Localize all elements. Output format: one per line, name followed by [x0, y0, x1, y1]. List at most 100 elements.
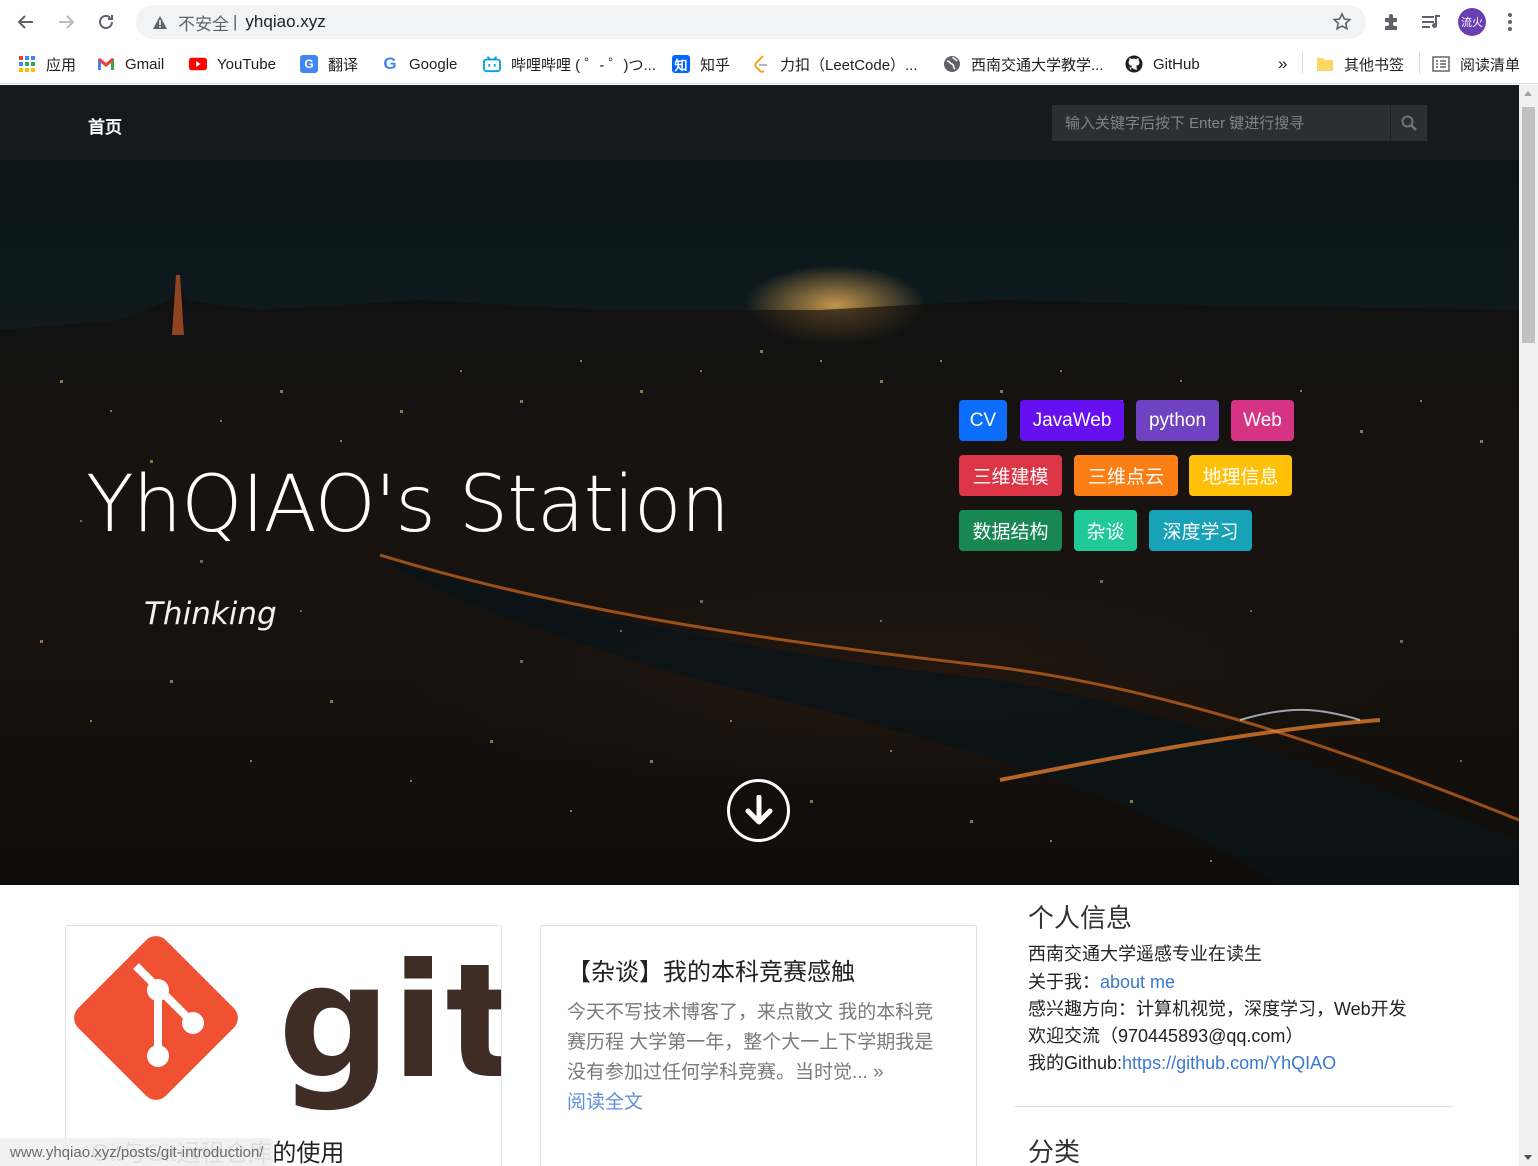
tag-point-cloud[interactable]: 三维点云 — [1074, 455, 1178, 496]
tag-label: 地理信息 — [1202, 467, 1279, 488]
site-search-button[interactable] — [1390, 105, 1427, 141]
bilibili-icon — [483, 55, 501, 73]
tag-web[interactable]: Web — [1231, 400, 1294, 441]
apps-grid-icon — [18, 55, 36, 73]
reload-button[interactable] — [92, 8, 120, 36]
warning-icon[interactable] — [150, 12, 170, 32]
forward-button[interactable] — [52, 8, 80, 36]
back-button[interactable] — [12, 8, 40, 36]
page-scrollbar[interactable] — [1519, 85, 1538, 1166]
bookmark-github[interactable]: GitHub — [1125, 52, 1200, 76]
bookmark-star-icon[interactable] — [1332, 12, 1352, 32]
zhihu-icon: 知 — [672, 55, 690, 73]
bookmark-translate[interactable]: G 翻译 — [300, 52, 358, 76]
sidebar-divider — [1015, 1106, 1452, 1107]
media-control-button[interactable] — [1420, 10, 1444, 34]
bookmarks-divider — [1419, 52, 1420, 74]
arrow-down-icon — [745, 794, 772, 824]
profile-contact: 欢迎交流（970445893@qq.com） — [1028, 1026, 1304, 1046]
hero-banner: YhQIAO's Station Thinking CV JavaWeb pyt… — [0, 160, 1519, 885]
tag-data-structures[interactable]: 数据结构 — [959, 510, 1062, 551]
security-label[interactable]: 不安全 — [178, 10, 229, 35]
bookmark-label: 其他书签 — [1344, 56, 1405, 74]
tag-label: 深度学习 — [1162, 522, 1239, 543]
translate-icon: G — [300, 55, 318, 73]
tag-label: python — [1148, 409, 1207, 431]
post-excerpt: 今天不写技术博客了，来点散文 我的本科竞赛历程 大学第一年，整个大一上下学期我是… — [567, 998, 947, 1118]
back-arrow-icon — [17, 15, 33, 29]
tag-misc[interactable]: 杂谈 — [1074, 510, 1137, 551]
about-label: 关于我： — [1028, 972, 1100, 992]
profile-avatar[interactable]: 流火 — [1458, 8, 1486, 36]
post-card-git[interactable]: git — [65, 925, 521, 1166]
web-page: 首页 YhQ — [0, 85, 1519, 1166]
sidebar-heading-profile: 个人信息 — [1028, 903, 1133, 933]
github-icon — [1125, 55, 1143, 73]
read-more-link[interactable]: 阅读全文 — [567, 1092, 643, 1113]
bookmark-zhihu[interactable]: 知 知乎 — [672, 52, 730, 76]
link-status-bar: www.yhqiao.xyz/posts/git-introduction/ — [0, 1138, 274, 1166]
bookmarks-overflow-button[interactable]: » — [1278, 52, 1287, 76]
forward-arrow-icon — [59, 15, 75, 29]
github-link[interactable]: https://github.com/YhQIAO — [1122, 1053, 1336, 1073]
git-logo-image: git — [74, 930, 521, 1114]
bookmark-bilibili[interactable]: 哔哩哔哩 ( ゜- ゜)つ... — [483, 52, 656, 76]
bookmark-gmail[interactable]: Gmail — [97, 52, 164, 76]
profile-about: 关于我：about me — [1028, 968, 1175, 994]
scrollbar-thumb[interactable] — [1522, 107, 1535, 343]
bookmark-label: 翻译 — [328, 56, 359, 74]
site-search-input[interactable] — [1052, 105, 1390, 141]
globe-icon — [943, 55, 961, 73]
bookmark-google[interactable]: G Google — [381, 52, 457, 76]
bookmark-label: 力扣（LeetCode）... — [780, 56, 918, 74]
tag-cv[interactable]: CV — [959, 400, 1007, 441]
hero-subtitle: Thinking — [144, 596, 277, 632]
bookmark-label: 应用 — [46, 56, 77, 74]
bookmark-youtube[interactable]: YouTube — [189, 52, 276, 76]
hero-title: YhQIAO's Station — [86, 460, 730, 550]
tag-3d-modeling[interactable]: 三维建模 — [959, 455, 1062, 496]
tag-label: JavaWeb — [1032, 409, 1112, 431]
bookmarks-bar: 应用 Gmail YouTube G 翻译 G Google 哔哩哔哩 ( ゜-… — [0, 44, 1538, 84]
bookmark-label: 阅读清单 — [1460, 56, 1521, 74]
google-icon: G — [383, 54, 397, 73]
browser-menu-button[interactable] — [1500, 10, 1520, 34]
bookmark-leetcode[interactable]: 力扣（LeetCode）... — [752, 52, 918, 76]
tag-label: 三维建模 — [972, 467, 1049, 488]
tag-python[interactable]: python — [1136, 400, 1219, 441]
tag-label: 数据结构 — [972, 522, 1049, 543]
address-bar[interactable]: 不安全 | yhqiao.xyz — [136, 5, 1366, 39]
more-vertical-icon — [1508, 13, 1512, 31]
leetcode-icon — [752, 55, 770, 73]
reading-list-button[interactable]: 阅读清单 — [1432, 52, 1520, 76]
tag-label: 三维点云 — [1087, 467, 1164, 488]
tag-deep-learning[interactable]: 深度学习 — [1149, 510, 1252, 551]
other-bookmarks-folder[interactable]: 其他书签 — [1316, 52, 1404, 76]
profile-school: 西南交通大学遥感专业在读生 — [1028, 944, 1262, 964]
bookmark-apps[interactable]: 应用 — [18, 52, 76, 76]
search-icon — [1401, 115, 1417, 131]
site-navbar: 首页 — [0, 85, 1519, 160]
post-card-competition[interactable]: 【杂谈】我的本科竞赛感触 今天不写技术博客了，来点散文 我的本科竞赛历程 大学第… — [540, 925, 977, 1166]
tag-gis[interactable]: 地理信息 — [1189, 455, 1292, 496]
bookmark-swjtu[interactable]: 西南交通大学教学... — [943, 52, 1104, 76]
scroll-down-arrow-icon[interactable] — [1524, 1155, 1532, 1160]
about-me-link[interactable]: about me — [1100, 972, 1175, 992]
git-wordmark: git — [278, 930, 501, 1114]
bookmarks-divider — [1302, 52, 1303, 74]
tag-label: CV — [969, 409, 997, 431]
tag-label: 杂谈 — [1086, 522, 1125, 543]
url-text[interactable]: yhqiao.xyz — [245, 12, 325, 32]
tag-javaweb[interactable]: JavaWeb — [1020, 400, 1124, 441]
site-search-box — [1052, 105, 1427, 141]
playlist-icon — [1422, 15, 1440, 29]
bookmark-label: Gmail — [125, 55, 165, 73]
scroll-up-arrow-icon[interactable] — [1524, 91, 1532, 96]
nav-home-link[interactable]: 首页 — [88, 113, 122, 138]
scroll-down-button[interactable] — [727, 779, 790, 842]
browser-toolbar: 不安全 | yhqiao.xyz 流火 — [0, 0, 1538, 44]
bookmark-label: 知乎 — [700, 56, 731, 74]
post-title[interactable]: 【杂谈】我的本科竞赛感触 — [567, 952, 855, 987]
extensions-button[interactable] — [1380, 10, 1404, 34]
sidebar-heading-categories: 分类 — [1028, 1137, 1081, 1166]
